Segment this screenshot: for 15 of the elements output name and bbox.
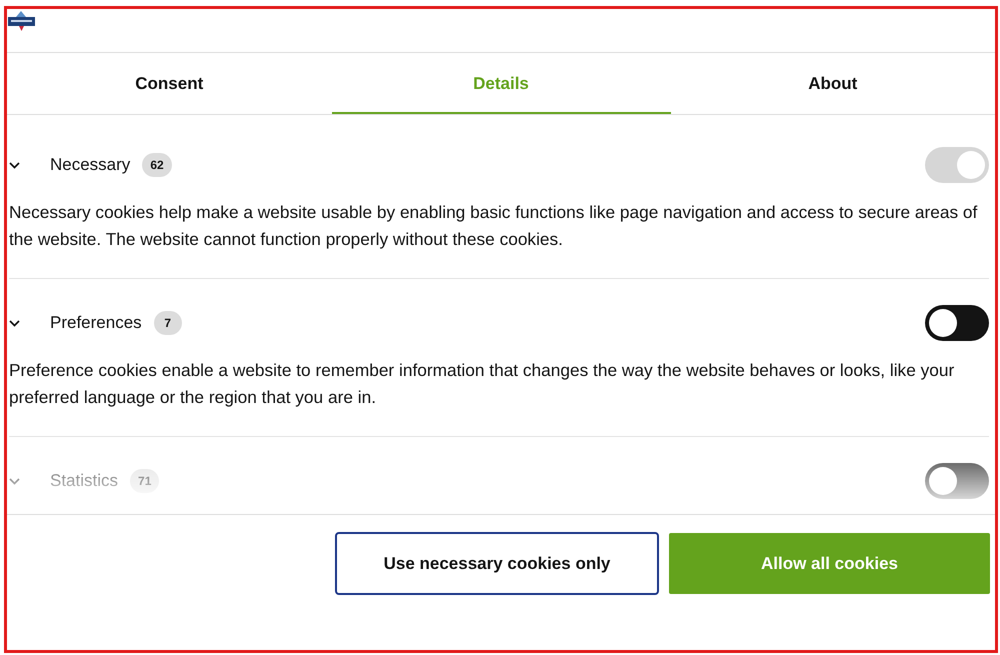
chevron-icon[interactable] — [9, 320, 20, 326]
logo-icon — [8, 11, 35, 31]
tab[interactable]: Consent — [7, 53, 332, 114]
category-title: Preferences — [50, 313, 142, 333]
count-badge: 62 — [142, 153, 172, 177]
count-badge: 7 — [154, 311, 182, 335]
tab[interactable]: About — [670, 53, 995, 114]
category-description: Necessary cookies help make a website usable by enabling basic functions like page navigation and access to secure areas of the website. The website cannot function properly without these cookies. — [9, 201, 978, 251]
category-title: Necessary — [50, 155, 130, 175]
count-badge: 71 — [130, 469, 160, 493]
toggle-switch[interactable] — [925, 305, 989, 341]
category-description: Preference cookies enable a website to remember information that changes the way the website behaves or looks, like your preferred language or the region that you are in. — [9, 359, 956, 409]
category-title: Statistics — [50, 471, 118, 491]
necessary-only-button[interactable]: Use necessary cookies only — [335, 532, 659, 595]
toggle-switch[interactable] — [925, 463, 989, 499]
